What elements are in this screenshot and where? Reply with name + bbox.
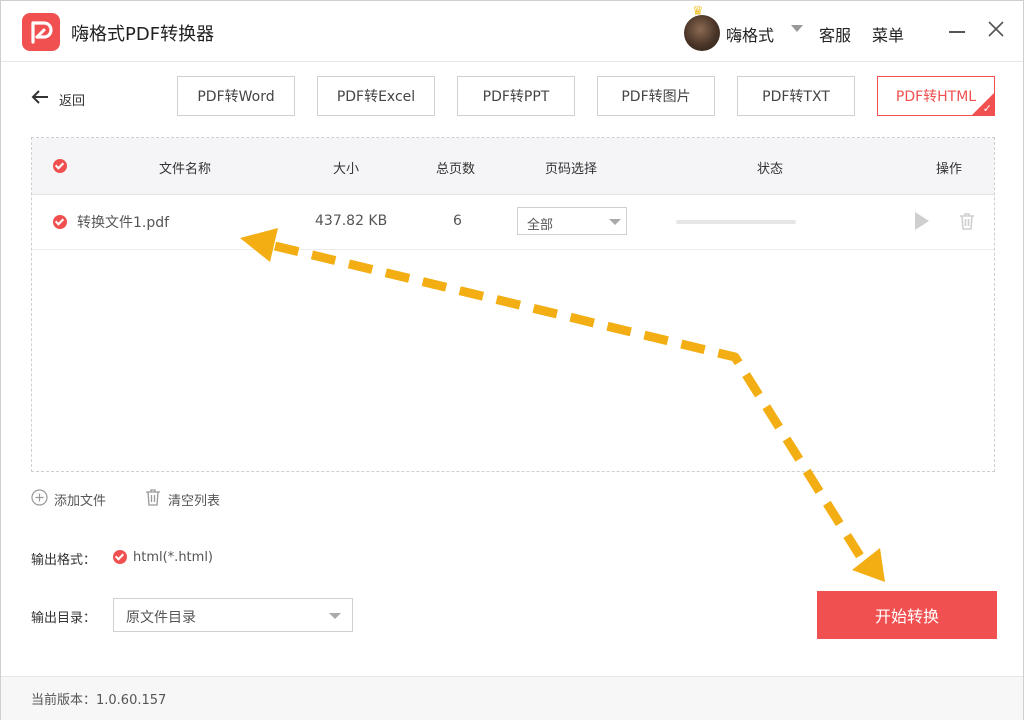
back-label: 返回 bbox=[59, 94, 86, 109]
header-file-name: 文件名称 bbox=[159, 162, 212, 177]
file-size: 437.82 KB bbox=[315, 213, 388, 229]
app-window: 嗨格式PDF转换器 ♛ 嗨格式 客服 菜单 返回 PDF转Word PDF转Ex… bbox=[0, 0, 1024, 720]
file-name: 转换文件1.pdf bbox=[77, 215, 170, 231]
output-dir-select[interactable]: 原文件目录 bbox=[113, 598, 353, 632]
chevron-down-icon bbox=[609, 219, 621, 225]
version-label: 当前版本：1.0.60.157 bbox=[31, 693, 167, 708]
add-file-button[interactable]: 添加文件 bbox=[31, 488, 121, 509]
tab-pdf-to-txt[interactable]: PDF转TXT bbox=[737, 76, 855, 116]
select-all-checkbox[interactable] bbox=[53, 159, 67, 173]
tab-pdf-to-html[interactable]: PDF转HTML ✓ bbox=[877, 76, 995, 116]
output-dir-label: 输出目录： bbox=[31, 611, 97, 626]
customer-service-link[interactable]: 客服 bbox=[819, 22, 851, 46]
table-header: 文件名称 大小 总页数 页码选择 状态 操作 bbox=[32, 138, 994, 195]
app-logo-icon bbox=[22, 13, 60, 51]
footer: 当前版本：1.0.60.157 bbox=[1, 676, 1023, 720]
username[interactable]: 嗨格式 bbox=[726, 22, 774, 46]
start-convert-button[interactable]: 开始转换 bbox=[817, 591, 997, 639]
tab-pdf-to-excel[interactable]: PDF转Excel bbox=[317, 76, 435, 116]
tab-pdf-to-ppt[interactable]: PDF转PPT bbox=[457, 76, 575, 116]
page-range-select[interactable]: 全部 bbox=[517, 207, 627, 235]
header-pages: 总页数 bbox=[436, 162, 476, 177]
clear-list-button[interactable]: 清空列表 bbox=[145, 488, 235, 509]
arrow-left-icon bbox=[31, 90, 48, 104]
close-icon[interactable] bbox=[987, 20, 1005, 38]
tab-pdf-to-word[interactable]: PDF转Word bbox=[177, 76, 295, 116]
minimize-icon[interactable] bbox=[949, 31, 965, 33]
file-table: 文件名称 大小 总页数 页码选择 状态 操作 转换文件1.pdf 437.82 … bbox=[31, 137, 995, 472]
conversion-progress-bar bbox=[676, 220, 796, 224]
table-row: 转换文件1.pdf 437.82 KB 6 全部 bbox=[32, 194, 994, 250]
clear-list-label: 清空列表 bbox=[168, 494, 221, 509]
chevron-down-icon bbox=[329, 613, 341, 619]
menu-link[interactable]: 菜单 bbox=[872, 22, 904, 46]
page-count: 6 bbox=[453, 213, 462, 229]
crown-icon: ♛ bbox=[692, 4, 704, 19]
header-status: 状态 bbox=[757, 162, 784, 177]
output-format-checkbox[interactable] bbox=[113, 550, 127, 564]
check-icon: ✓ bbox=[982, 102, 992, 115]
app-title: 嗨格式PDF转换器 bbox=[71, 24, 215, 45]
output-format-value: html(*.html) bbox=[133, 550, 213, 565]
header-page-select: 页码选择 bbox=[545, 162, 598, 177]
chevron-down-icon[interactable] bbox=[791, 25, 803, 32]
tab-pdf-to-html-label: PDF转HTML bbox=[895, 89, 977, 105]
play-icon[interactable] bbox=[915, 212, 929, 230]
avatar[interactable] bbox=[684, 15, 720, 51]
add-file-label: 添加文件 bbox=[54, 494, 107, 509]
plus-circle-icon bbox=[31, 489, 48, 506]
output-dir-value: 原文件目录 bbox=[126, 610, 196, 626]
title-bar: 嗨格式PDF转换器 ♛ 嗨格式 客服 菜单 bbox=[1, 1, 1023, 62]
row-checkbox[interactable] bbox=[53, 215, 67, 229]
header-size: 大小 bbox=[333, 162, 360, 177]
back-button[interactable]: 返回 bbox=[31, 87, 101, 109]
header-actions: 操作 bbox=[936, 162, 963, 177]
output-format-label: 输出格式： bbox=[31, 553, 97, 568]
trash-icon[interactable] bbox=[959, 212, 975, 230]
tab-pdf-to-image[interactable]: PDF转图片 bbox=[597, 76, 715, 116]
trash-icon bbox=[146, 489, 160, 506]
page-range-value: 全部 bbox=[527, 218, 554, 233]
